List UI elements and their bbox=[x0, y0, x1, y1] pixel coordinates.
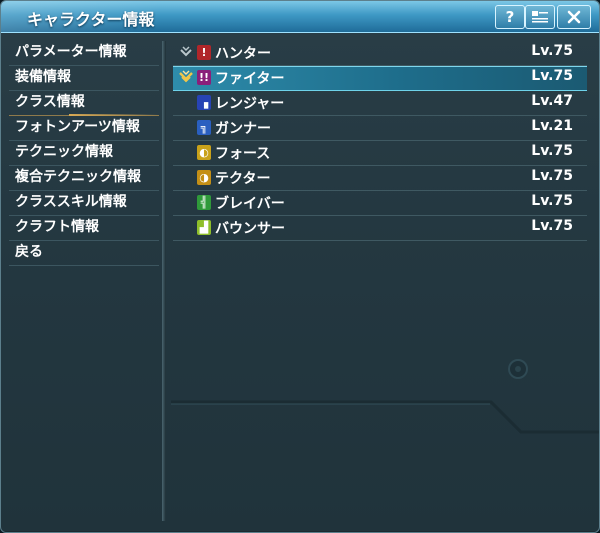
class-level: Lv.21 bbox=[531, 118, 573, 134]
class-level: Lv.75 bbox=[531, 193, 573, 209]
braver-icon: ╣ bbox=[197, 195, 211, 210]
class-row-gunner[interactable]: ╗ ガンナー Lv.21 bbox=[173, 116, 587, 141]
help-button[interactable]: ? bbox=[495, 5, 525, 29]
gunner-icon: ╗ bbox=[197, 120, 211, 135]
class-row-hunter[interactable]: ! ハンター Lv.75 bbox=[173, 41, 587, 66]
sidebar-menu: パラメーター情報 装備情報 クラス情報 フォトンアーツ情報 テクニック情報 複合… bbox=[9, 41, 159, 266]
techer-icon: ◑ bbox=[197, 170, 211, 185]
force-icon: ◐ bbox=[197, 145, 211, 160]
sub-class-marker-icon bbox=[180, 46, 192, 57]
class-level: Lv.75 bbox=[531, 218, 573, 234]
sidebar-item-techniques[interactable]: テクニック情報 bbox=[9, 141, 159, 166]
sidebar-item-compound-techniques[interactable]: 複合テクニック情報 bbox=[9, 166, 159, 191]
main-class-marker-icon bbox=[179, 70, 193, 83]
class-name: レンジャー bbox=[215, 96, 285, 112]
sidebar-item-photon-arts[interactable]: フォトンアーツ情報 bbox=[9, 116, 159, 141]
class-row-bouncer[interactable]: ▟ バウンサー Lv.75 bbox=[173, 216, 587, 241]
class-name: ガンナー bbox=[215, 121, 271, 137]
window-title: キャラクター情報 bbox=[27, 10, 155, 29]
character-info-window: キャラクター情報 ? パラメーター情報 装備情報 クラス情報 フォトンアーツ情報… bbox=[0, 0, 600, 533]
class-row-fighter[interactable]: !! ファイター Lv.75 bbox=[173, 66, 587, 91]
hunter-icon: ! bbox=[197, 45, 211, 60]
sidebar-item-class-info[interactable]: クラス情報 bbox=[9, 91, 159, 116]
sidebar-item-back[interactable]: 戻る bbox=[9, 241, 159, 266]
class-name: バウンサー bbox=[215, 221, 285, 237]
class-level: Lv.75 bbox=[531, 43, 573, 59]
ranger-icon: ▗ bbox=[197, 95, 211, 110]
sidebar-item-class-skills[interactable]: クラススキル情報 bbox=[9, 191, 159, 216]
sidebar-item-craft[interactable]: クラフト情報 bbox=[9, 216, 159, 241]
close-button[interactable] bbox=[557, 5, 591, 29]
class-name: ファイター bbox=[215, 71, 285, 87]
class-row-ranger[interactable]: ▗ レンジャー Lv.47 bbox=[173, 91, 587, 116]
panel-divider bbox=[162, 41, 166, 521]
title-bar[interactable]: キャラクター情報 ? bbox=[1, 1, 599, 33]
class-name: ハンター bbox=[215, 46, 271, 62]
class-level: Lv.75 bbox=[531, 143, 573, 159]
menu-icon bbox=[532, 11, 548, 23]
class-row-force[interactable]: ◐ フォース Lv.75 bbox=[173, 141, 587, 166]
class-name: フォース bbox=[215, 146, 271, 162]
menu-button[interactable] bbox=[525, 5, 555, 29]
class-level: Lv.47 bbox=[531, 93, 573, 109]
class-list: ! ハンター Lv.75 !! ファイター Lv.75 ▗ レンジャー Lv.4… bbox=[173, 41, 587, 241]
class-name: ブレイバー bbox=[215, 196, 285, 212]
class-name: テクター bbox=[215, 171, 271, 187]
bouncer-icon: ▟ bbox=[197, 220, 211, 235]
sidebar-item-parameters[interactable]: パラメーター情報 bbox=[9, 41, 159, 66]
close-icon bbox=[567, 10, 581, 24]
class-row-braver[interactable]: ╣ ブレイバー Lv.75 bbox=[173, 191, 587, 216]
fighter-icon: !! bbox=[197, 70, 211, 85]
class-row-techer[interactable]: ◑ テクター Lv.75 bbox=[173, 166, 587, 191]
class-level: Lv.75 bbox=[531, 168, 573, 184]
sidebar-item-equipment[interactable]: 装備情報 bbox=[9, 66, 159, 91]
class-level: Lv.75 bbox=[531, 68, 573, 84]
